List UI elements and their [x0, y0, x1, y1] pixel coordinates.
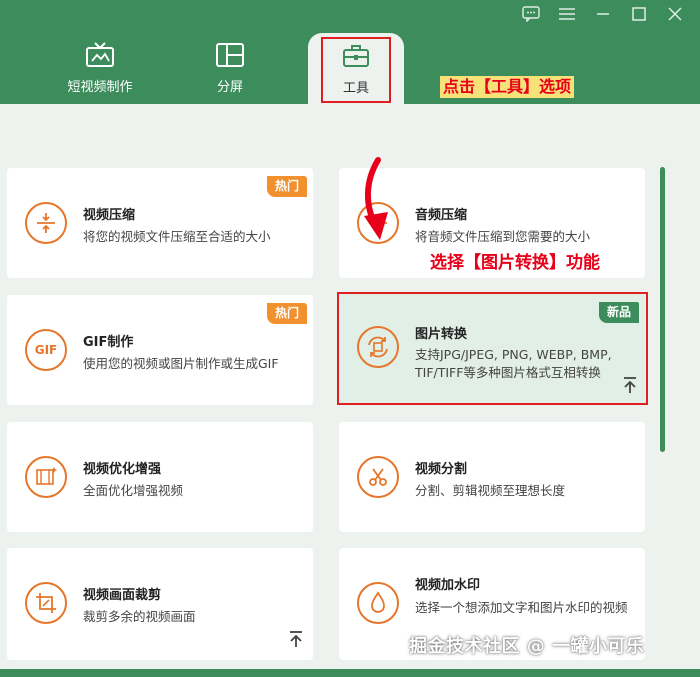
card-desc: 将您的视频文件压缩至合适的大小	[83, 229, 271, 244]
bottom-bar	[0, 669, 700, 677]
card-title: 视频加水印	[415, 578, 481, 593]
card-title: 视频优化增强	[83, 462, 162, 477]
tab-label: 短视频制作	[67, 80, 133, 95]
card-desc: 使用您的视频或图片制作或生成GIF	[83, 356, 279, 371]
minimize-icon[interactable]	[592, 4, 614, 24]
scrollbar[interactable]	[660, 167, 665, 452]
watermark-drop-icon	[357, 582, 399, 624]
watermark-text: 掘金技术社区 @ 一罐小可乐	[409, 636, 645, 657]
split-screen-icon	[180, 40, 280, 70]
crop-icon	[25, 582, 67, 624]
card-title: 视频压缩	[83, 208, 136, 223]
card-desc: 选择一个想添加文字和图片水印的视频	[415, 600, 628, 615]
card-video-enhance[interactable]: 视频优化增强 全面优化增强视频	[7, 422, 313, 532]
card-desc: 将音频文件压缩到您需要的大小	[415, 229, 591, 244]
card-video-compress[interactable]: 热门 视频压缩 将您的视频文件压缩至合适的大小	[7, 168, 313, 278]
hot-badge: 热门	[266, 176, 307, 197]
tv-icon	[50, 40, 150, 70]
compress-icon	[25, 202, 67, 244]
card-title: 音频压缩	[415, 208, 468, 223]
tab-split-screen[interactable]: 分屏	[180, 40, 280, 104]
gif-icon: GIF	[25, 329, 67, 371]
hot-badge: 热门	[266, 303, 307, 324]
card-gif-maker[interactable]: 热门 GIF GIF制作 使用您的视频或图片制作或生成GIF	[7, 295, 313, 405]
card-desc: 分割、剪辑视频至理想长度	[415, 483, 566, 498]
image-convert-highlight	[337, 292, 648, 405]
maximize-icon[interactable]	[628, 4, 650, 24]
annotation-click-tools: 点击【工具】选项	[440, 76, 575, 98]
window-controls	[520, 4, 686, 24]
annotation-select-image: 选择【图片转换】功能	[430, 253, 600, 273]
card-video-crop[interactable]: 视频画面裁剪 裁剪多余的视频画面	[7, 548, 313, 660]
tab-label: 分屏	[216, 80, 243, 95]
tools-tab-highlight	[321, 37, 391, 103]
chat-icon[interactable]	[520, 4, 542, 24]
card-title: 视频分割	[415, 462, 468, 477]
scissors-icon	[357, 456, 399, 498]
card-title: 视频画面裁剪	[83, 588, 162, 603]
card-video-split[interactable]: 视频分割 分割、剪辑视频至理想长度	[339, 422, 645, 532]
tab-short-video[interactable]: 短视频制作	[50, 40, 150, 104]
menu-icon[interactable]	[556, 4, 578, 24]
card-desc: 裁剪多余的视频画面	[83, 609, 196, 624]
scroll-to-top-icon[interactable]	[288, 630, 304, 652]
enhance-icon	[25, 456, 67, 498]
annotation-arrow-icon	[364, 157, 388, 240]
card-title: GIF制作	[83, 335, 134, 350]
card-desc: 全面优化增强视频	[83, 483, 184, 498]
close-icon[interactable]	[664, 4, 686, 24]
